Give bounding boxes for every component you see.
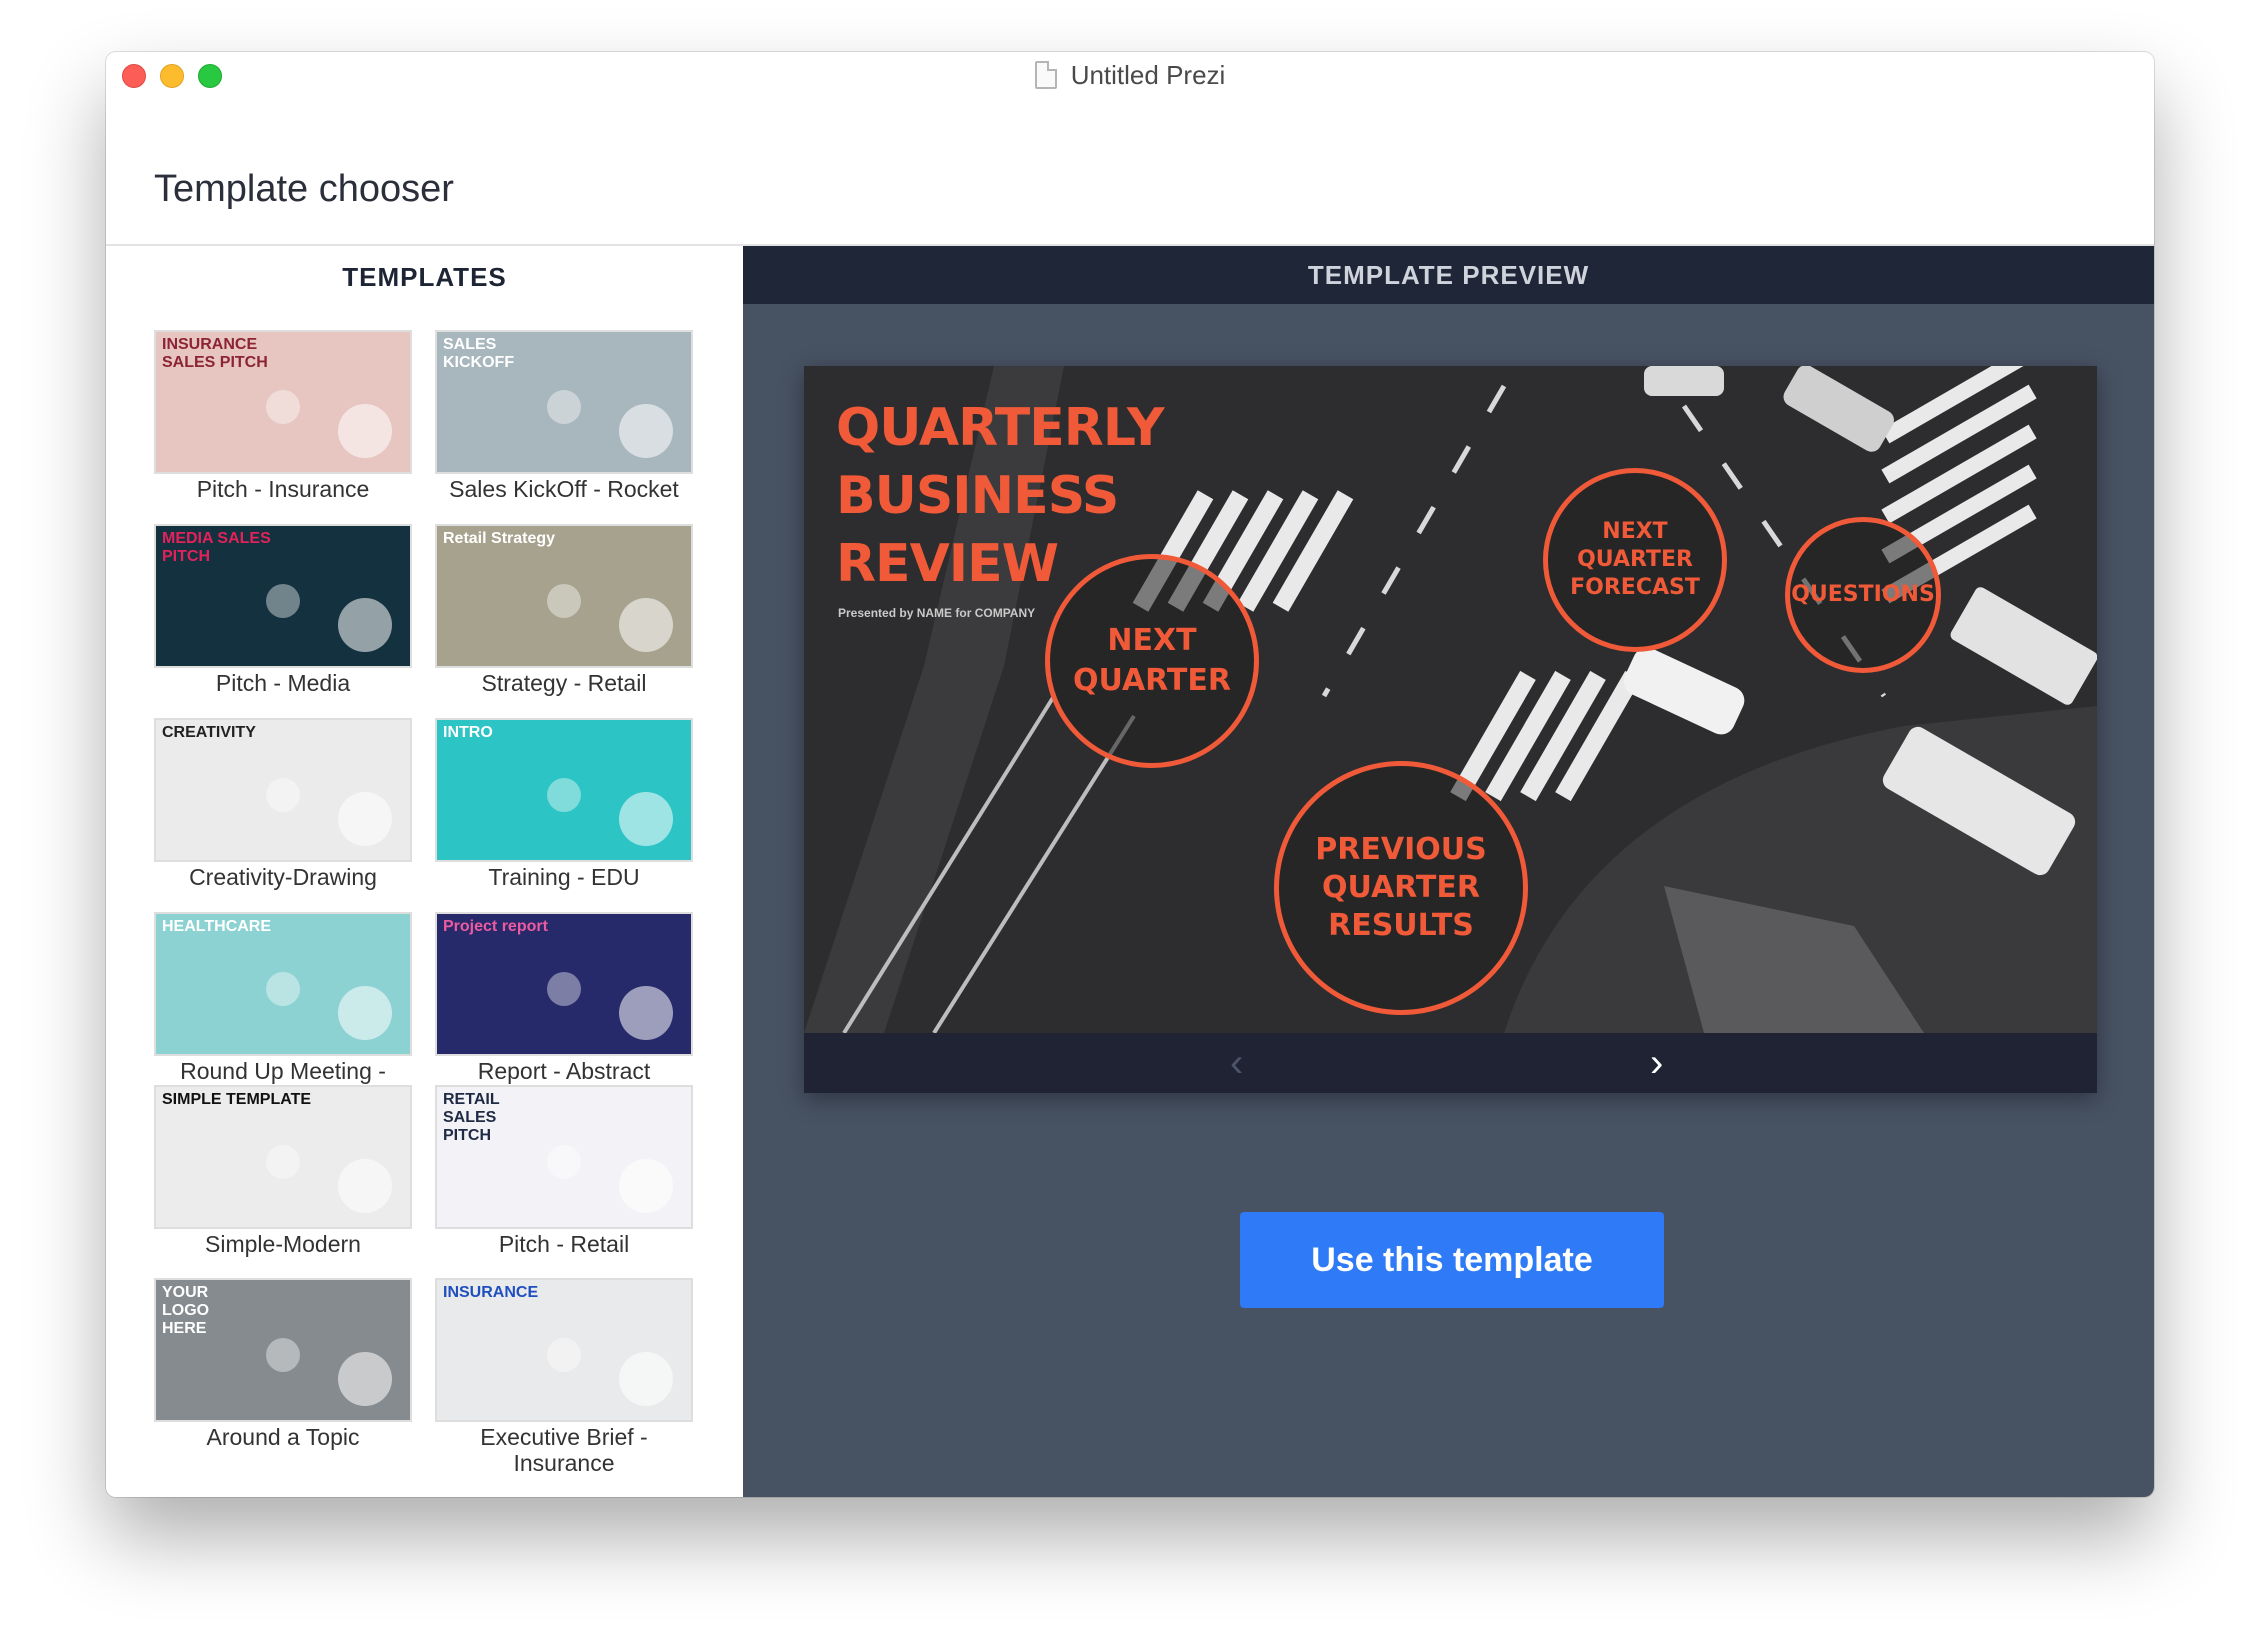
preview-header: TEMPLATE PREVIEW [743,246,2154,304]
template-card[interactable]: YOUR LOGO HERE Around a Topic [154,1278,412,1450]
template-card[interactable]: RETAIL SALES PITCH Pitch - Retail [435,1085,693,1257]
slide-subtitle: Presented by NAME for COMPANY [838,606,1036,620]
template-label: Pitch - Retail [498,1231,630,1257]
template-label: Pitch - Media [215,670,351,696]
template-thumbnail[interactable]: CREATIVITY [154,718,412,862]
thumbnail-title: SIMPLE TEMPLATE [162,1091,312,1108]
thumbnail-decoration [619,598,673,652]
template-thumbnail[interactable]: HEALTHCARE [154,912,412,1056]
thumbnail-decoration [266,1145,300,1179]
template-label: Executive Brief - Insurance [480,1424,648,1476]
thumbnail-decoration [338,598,392,652]
preview-navigation: ‹ › [804,1033,2097,1093]
templates-panel[interactable]: TEMPLATES INSURANCE SALES PITCH Pitch - I… [106,246,743,1497]
template-label: Sales KickOff - Rocket [449,476,679,502]
template-card[interactable]: Project report Report - Abstract [435,912,693,1084]
thumbnail-title: INTRO [443,724,493,741]
thumbnail-decoration [338,986,392,1040]
template-card[interactable]: INTRO Training - EDU [435,718,693,890]
use-template-button[interactable]: Use this template [1240,1212,1664,1308]
thumbnail-title: Retail Strategy [443,530,556,547]
template-label: Report - Abstract [477,1058,651,1084]
template-card[interactable]: INSURANCE SALES PITCH Pitch - Insurance [154,330,412,502]
template-thumbnail[interactable]: RETAIL SALES PITCH [435,1085,693,1229]
thumbnail-title: RETAIL SALES PITCH [443,1091,500,1144]
template-card[interactable]: INSURANCE Executive Brief - Insurance [435,1278,693,1476]
title-bar: Untitled Prezi [106,52,2154,98]
window-title: Untitled Prezi [106,60,2154,91]
template-card[interactable]: SIMPLE TEMPLATE Simple-Modern [154,1085,412,1257]
thumbnail-title: HEALTHCARE [162,918,272,935]
template-thumbnail[interactable]: SIMPLE TEMPLATE [154,1085,412,1229]
template-thumbnail[interactable]: Retail Strategy [435,524,693,668]
thumbnail-decoration [619,404,673,458]
thumbnail-decoration [266,584,300,618]
template-label: Pitch - Insurance [196,476,370,502]
thumbnail-decoration [547,1145,581,1179]
thumbnail-decoration [266,1338,300,1372]
thumbnail-title: SALES KICKOFF [443,336,515,371]
template-thumbnail[interactable]: Project report [435,912,693,1056]
thumbnail-decoration [619,792,673,846]
thumbnail-decoration [547,972,581,1006]
app-window: Untitled Prezi Template chooser TEMPLATE… [106,52,2154,1497]
template-thumbnail[interactable]: MEDIA SALES PITCH [154,524,412,668]
topic-circle-previous-quarter: PREVIOUS QUARTER RESULTS [1274,761,1528,1015]
template-thumbnail[interactable]: INTRO [435,718,693,862]
thumbnail-decoration [266,972,300,1006]
thumbnail-decoration [547,390,581,424]
template-card[interactable]: MEDIA SALES PITCH Pitch - Media [154,524,412,696]
thumbnail-decoration [266,778,300,812]
thumbnail-decoration [547,584,581,618]
template-thumbnail[interactable]: INSURANCE [435,1278,693,1422]
thumbnail-title: YOUR LOGO HERE [162,1284,210,1337]
topic-circle-next-quarter: NEXT QUARTER [1045,554,1259,768]
thumbnail-title: CREATIVITY [162,724,256,741]
template-card[interactable]: Retail Strategy Strategy - Retail [435,524,693,696]
chevron-right-icon[interactable]: › [1650,1041,1663,1086]
document-icon [1034,61,1057,89]
template-label: Simple-Modern [205,1231,361,1257]
thumbnail-title: INSURANCE [443,1284,539,1301]
thumbnail-decoration [619,1352,673,1406]
preview-heading: TEMPLATE PREVIEW [1307,260,1590,290]
thumbnail-decoration [547,778,581,812]
template-thumbnail[interactable]: SALES KICKOFF [435,330,693,474]
template-label: Training - EDU [488,864,640,890]
thumbnail-title: MEDIA SALES PITCH [162,530,271,565]
thumbnail-decoration [547,1338,581,1372]
thumbnail-decoration [266,390,300,424]
template-card[interactable]: HEALTHCARERound Up Meeting - Health [154,912,412,1110]
window-title-text: Untitled Prezi [1070,60,1226,90]
thumbnail-decoration [338,792,392,846]
thumbnail-decoration [619,986,673,1040]
thumbnail-decoration [338,404,392,458]
templates-heading: TEMPLATES [342,262,507,292]
thumbnail-title: INSURANCE SALES PITCH [162,336,268,371]
page-title: Template chooser [154,168,454,210]
topic-circle-forecast: NEXT QUARTER FORECAST [1543,468,1727,652]
app-header: Template chooser [106,98,2154,246]
template-label: Strategy - Retail [481,670,647,696]
template-label: Creativity-Drawing [189,864,377,890]
thumbnail-decoration [619,1159,673,1213]
thumbnail-decoration [338,1159,392,1213]
thumbnail-decoration [338,1352,392,1406]
template-card[interactable]: SALES KICKOFF Sales KickOff - Rocket [435,330,693,502]
thumbnail-title: Project report [443,918,548,935]
preview-panel: TEMPLATE PREVIEW QUARTERLY BUSINESS REVI… [743,246,2154,1497]
template-preview: QUARTERLY BUSINESS REVIEW Presented by N… [804,366,2097,1093]
chevron-left-icon[interactable]: ‹ [1230,1041,1243,1086]
template-label: Around a Topic [206,1424,360,1450]
template-thumbnail[interactable]: YOUR LOGO HERE [154,1278,412,1422]
template-card[interactable]: CREATIVITY Creativity-Drawing [154,718,412,890]
template-thumbnail[interactable]: INSURANCE SALES PITCH [154,330,412,474]
topic-circle-questions: QUESTIONS [1785,517,1941,673]
preview-slide: QUARTERLY BUSINESS REVIEW Presented by N… [804,366,2097,1033]
